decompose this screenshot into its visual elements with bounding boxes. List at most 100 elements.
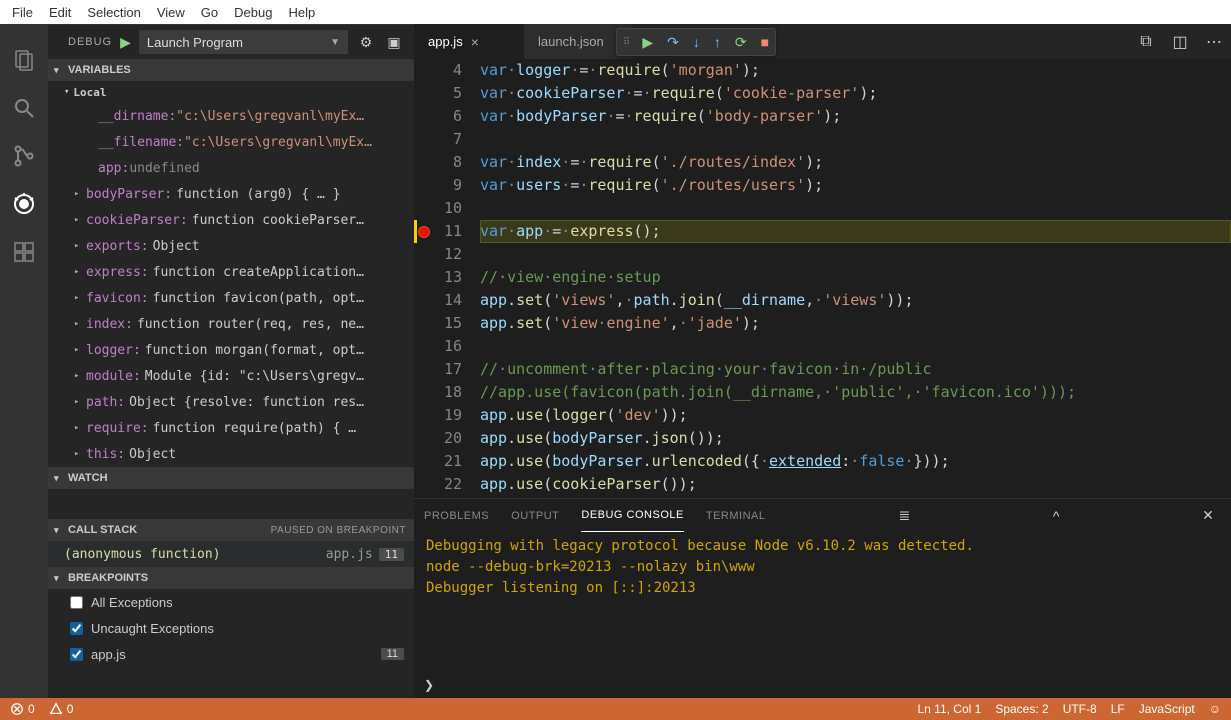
start-debug-icon[interactable]: ▶ [120, 34, 131, 51]
code-line[interactable] [480, 243, 1231, 266]
callstack-frame[interactable]: (anonymous function) app.js 11 [48, 541, 414, 567]
code-line[interactable]: var·index·=·require('./routes/index'); [480, 151, 1231, 174]
panel-tab-problems[interactable]: PROBLEMS [424, 499, 489, 532]
variable-row[interactable]: ▸cookieParser: function cookieParser… [48, 207, 414, 233]
restart-icon[interactable]: ⟳ [735, 34, 747, 51]
line-number[interactable]: 5 [414, 82, 462, 105]
clear-console-icon[interactable]: ≣ [891, 507, 917, 524]
code-line[interactable]: app.use(logger('dev')); [480, 404, 1231, 427]
line-number[interactable]: 14 [414, 289, 462, 312]
line-number[interactable]: 17 [414, 358, 462, 381]
panel-tab-terminal[interactable]: TERMINAL [706, 499, 766, 532]
line-number[interactable]: 9 [414, 174, 462, 197]
line-number[interactable]: 11 [414, 220, 462, 243]
status-feedback-icon[interactable]: ☺ [1209, 702, 1221, 716]
continue-icon[interactable]: ▶ [642, 34, 653, 51]
menu-edit[interactable]: Edit [41, 3, 79, 22]
stop-icon[interactable]: ■ [761, 34, 769, 50]
code-line[interactable]: app.use(bodyParser.json()); [480, 427, 1231, 450]
code-line[interactable]: app.set('view·engine',·'jade'); [480, 312, 1231, 335]
status-eol[interactable]: LF [1111, 702, 1125, 716]
code-line[interactable] [480, 197, 1231, 220]
search-icon[interactable] [0, 84, 48, 132]
breakpoint-row[interactable]: app.js11 [48, 641, 414, 667]
menu-debug[interactable]: Debug [226, 3, 280, 22]
panel-tab-output[interactable]: OUTPUT [511, 499, 559, 532]
step-into-icon[interactable]: ↓ [693, 34, 700, 50]
debug-toolbar[interactable]: ⠿ ▶ ↷ ↓ ↑ ⟳ ■ [616, 28, 776, 56]
menu-help[interactable]: Help [280, 3, 323, 22]
breakpoint-row[interactable]: Uncaught Exceptions [48, 615, 414, 641]
panel-tab-debug-console[interactable]: DEBUG CONSOLE [581, 499, 683, 532]
tab-app.js[interactable]: app.js× [414, 24, 524, 59]
explorer-icon[interactable] [0, 36, 48, 84]
line-number[interactable]: 13 [414, 266, 462, 289]
status-errors[interactable]: 0 [10, 702, 35, 716]
split-editor-icon[interactable]: ◫ [1163, 24, 1197, 59]
variable-row[interactable]: __filename: "c:\Users\gregvanl\myEx… [48, 129, 414, 155]
line-number[interactable]: 7 [414, 128, 462, 151]
code-line[interactable]: var·users·=·require('./routes/users'); [480, 174, 1231, 197]
line-number[interactable]: 8 [414, 151, 462, 174]
status-warnings[interactable]: 0 [49, 702, 74, 716]
code-line[interactable]: app.set('views',·path.join(__dirname,·'v… [480, 289, 1231, 312]
line-number[interactable]: 12 [414, 243, 462, 266]
menu-go[interactable]: Go [193, 3, 226, 22]
status-cursor[interactable]: Ln 11, Col 1 [917, 702, 981, 716]
code-line[interactable]: var·app·=·express(); [480, 220, 1231, 243]
variable-row[interactable]: ▸bodyParser: function (arg0) { … } [48, 181, 414, 207]
line-number[interactable]: 6 [414, 105, 462, 128]
breakpoint-checkbox[interactable] [70, 596, 83, 609]
line-number[interactable]: 19 [414, 404, 462, 427]
menu-file[interactable]: File [4, 3, 41, 22]
panel-input[interactable]: ❯ [414, 672, 1231, 698]
code-line[interactable]: var·cookieParser·=·require('cookie-parse… [480, 82, 1231, 105]
watch-header[interactable]: ▾WATCH [48, 467, 414, 489]
line-number[interactable]: 20 [414, 427, 462, 450]
code-editor[interactable]: 45678910111213141516171819202122 var·log… [414, 59, 1231, 498]
debug-icon[interactable] [0, 180, 48, 228]
grip-icon[interactable]: ⠿ [623, 37, 628, 48]
debug-console-body[interactable]: Debugging with legacy protocol because N… [414, 532, 1231, 672]
variable-row[interactable]: ▸this: Object [48, 441, 414, 467]
code-line[interactable]: //app.use(favicon(path.join(__dirname,·'… [480, 381, 1231, 404]
line-number[interactable]: 15 [414, 312, 462, 335]
code-line[interactable]: app.use(bodyParser.urlencoded({·extended… [480, 450, 1231, 473]
code-line[interactable]: var·bodyParser·=·require('body-parser'); [480, 105, 1231, 128]
panel-max-icon[interactable]: ^ [1043, 508, 1069, 524]
menu-selection[interactable]: Selection [79, 3, 148, 22]
variable-row[interactable]: ▸exports: Object [48, 233, 414, 259]
status-language[interactable]: JavaScript [1139, 702, 1195, 716]
extensions-icon[interactable] [0, 228, 48, 276]
variable-row[interactable]: ▸require: function require(path) { … [48, 415, 414, 441]
code-line[interactable]: var·logger·=·require('morgan'); [480, 59, 1231, 82]
code-line[interactable]: //·uncomment·after·placing·your·favicon·… [480, 358, 1231, 381]
status-encoding[interactable]: UTF-8 [1063, 702, 1097, 716]
status-spaces[interactable]: Spaces: 2 [995, 702, 1048, 716]
step-over-icon[interactable]: ↷ [667, 34, 679, 51]
variable-row[interactable]: ▸path: Object {resolve: function res… [48, 389, 414, 415]
breakpoints-header[interactable]: ▾BREAKPOINTS [48, 567, 414, 589]
variable-row[interactable]: ▸logger: function morgan(format, opt… [48, 337, 414, 363]
code-line[interactable] [480, 335, 1231, 358]
menu-view[interactable]: View [149, 3, 193, 22]
close-icon[interactable]: × [471, 34, 479, 50]
code-line[interactable]: //·view·engine·setup [480, 266, 1231, 289]
breakpoint-checkbox[interactable] [70, 622, 83, 635]
variable-row[interactable]: app: undefined [48, 155, 414, 181]
line-number[interactable]: 18 [414, 381, 462, 404]
variable-row[interactable]: ▸express: function createApplication… [48, 259, 414, 285]
launch-config-select[interactable]: Launch Program ▼ [139, 30, 348, 54]
line-number[interactable]: 16 [414, 335, 462, 358]
code-line[interactable] [480, 128, 1231, 151]
line-number[interactable]: 4 [414, 59, 462, 82]
variables-header[interactable]: ▾VARIABLES [48, 59, 414, 81]
debug-console-icon[interactable]: ▣ [384, 34, 404, 51]
breakpoint-checkbox[interactable] [70, 648, 83, 661]
variable-row[interactable]: __dirname: "c:\Users\gregvanl\myEx… [48, 103, 414, 129]
line-number[interactable]: 10 [414, 197, 462, 220]
scm-icon[interactable] [0, 132, 48, 180]
line-number[interactable]: 22 [414, 473, 462, 496]
variable-row[interactable]: ▸index: function router(req, res, ne… [48, 311, 414, 337]
step-out-icon[interactable]: ↑ [714, 34, 721, 50]
